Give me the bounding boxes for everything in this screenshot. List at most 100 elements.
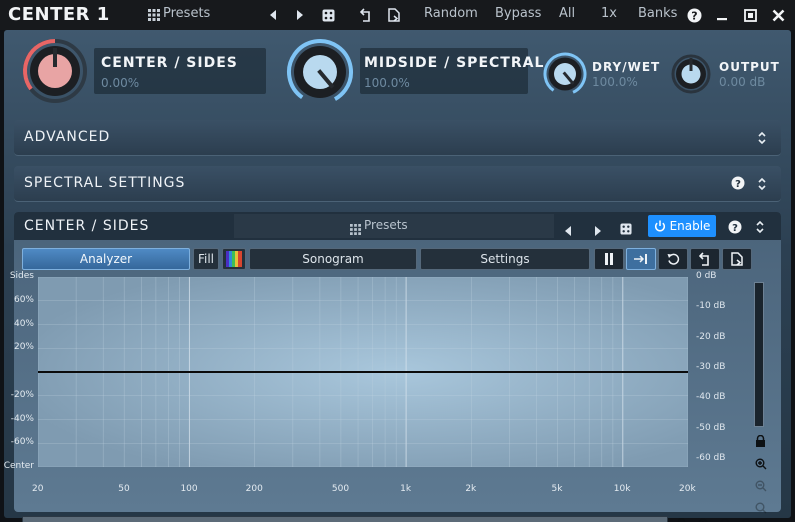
spectral-help-icon[interactable]: ? <box>731 175 745 194</box>
y-tick-label-left: -20% <box>10 389 34 400</box>
center-sides-value: 0.00% <box>101 76 140 90</box>
fill-button[interactable]: Fill <box>193 248 219 270</box>
pause-button[interactable] <box>594 248 624 270</box>
random-button[interactable]: Random <box>424 6 478 21</box>
maximize-icon[interactable] <box>742 7 758 23</box>
sonogram-button[interactable]: Sonogram <box>249 248 417 270</box>
settings-button[interactable]: Settings <box>420 248 590 270</box>
y-tick-label-right: -10 dB <box>696 301 726 312</box>
panel-title: CENTER / SIDES <box>24 218 150 234</box>
h-zoom-reset-icon[interactable] <box>741 515 753 522</box>
panel-redo-button[interactable] <box>722 248 752 270</box>
h-zoom-in-icon[interactable] <box>698 515 710 522</box>
spectral-settings-section[interactable]: SPECTRAL SETTINGS ? <box>14 166 781 202</box>
panel-presets-button[interactable]: Presets <box>364 218 408 232</box>
midside-spectral-value: 100.0% <box>364 76 410 90</box>
reset-icon <box>667 253 679 265</box>
midside-spectral-knob[interactable] <box>286 38 354 106</box>
x-tick-label: 200 <box>245 484 263 494</box>
reset-button[interactable] <box>658 248 688 270</box>
y-tick-label-right: -50 dB <box>696 422 726 433</box>
svg-text:?: ? <box>732 223 738 234</box>
fit-width-button[interactable] <box>626 248 656 270</box>
fit-width-icon <box>634 254 647 264</box>
banks-button[interactable]: Banks <box>638 6 677 21</box>
svg-text:?: ? <box>691 9 697 22</box>
analyzer-plot[interactable] <box>37 276 689 468</box>
spectral-settings-title: SPECTRAL SETTINGS <box>24 175 186 191</box>
all-button[interactable]: All <box>559 6 575 21</box>
x-tick-label: 10k <box>613 484 631 494</box>
zoom-reset-icon[interactable] <box>755 499 767 518</box>
dry-wet-value: 100.0% <box>592 75 638 89</box>
dry-wet-label: DRY/WET <box>592 60 661 74</box>
y-tick-label-right: -30 dB <box>696 362 726 372</box>
knob-row: CENTER / SIDES 0.00% MIDSIDE / SPECTRAL … <box>4 30 791 116</box>
x-tick-label: 500 <box>331 484 350 494</box>
main-panel: CENTER / SIDES 0.00% MIDSIDE / SPECTRAL … <box>4 30 791 522</box>
x-tick-label: 1k <box>400 484 412 494</box>
undo-icon[interactable] <box>358 7 374 23</box>
pause-icon <box>605 253 613 265</box>
panel-help-icon[interactable]: ? <box>728 219 742 238</box>
prev-preset-icon[interactable] <box>265 7 281 23</box>
advanced-section[interactable]: ADVANCED <box>14 120 781 156</box>
output-label: OUTPUT <box>719 60 780 74</box>
level-meter <box>754 282 764 427</box>
y-tick-label-left: Sides <box>9 271 34 281</box>
dry-wet-knob[interactable] <box>543 52 587 96</box>
bypass-button[interactable]: Bypass <box>495 6 541 21</box>
zoom-in-icon[interactable] <box>755 455 767 474</box>
midside-spectral-label: MIDSIDE / SPECTRAL <box>364 55 545 71</box>
panel-prev-icon[interactable] <box>565 221 572 240</box>
x-tick-label: 5k <box>551 484 563 494</box>
panel-randomize-dice-icon[interactable] <box>620 220 632 239</box>
y-tick-label-left: 60% <box>13 294 34 305</box>
top-bar: CENTER 1 Presets Random Bypass All 1x Ba… <box>0 0 795 30</box>
h-zoom-out-icon[interactable] <box>720 515 732 522</box>
randomize-dice-icon[interactable] <box>320 7 336 23</box>
next-preset-icon[interactable] <box>292 7 308 23</box>
output-value: 0.00 dB <box>719 75 766 89</box>
spectrum-palette-icon <box>226 251 242 267</box>
lock-icon[interactable] <box>755 432 766 451</box>
zoom-out-icon[interactable] <box>755 477 767 496</box>
panel-presets-grid-icon[interactable] <box>350 220 361 239</box>
expand-chevron-icon[interactable] <box>757 176 767 195</box>
y-tick-label-left: 20% <box>13 342 34 353</box>
x-tick-label: 100 <box>180 484 198 494</box>
color-palette-button[interactable] <box>222 248 246 270</box>
expand-chevron-icon[interactable] <box>757 130 767 149</box>
panel-undo-icon <box>698 252 709 266</box>
output-knob[interactable] <box>671 54 711 94</box>
panel-header: CENTER / SIDES Presets Enable ? <box>14 212 781 240</box>
y-tick-label-left: Center <box>3 461 34 471</box>
center-sides-knob[interactable] <box>22 38 88 104</box>
center-sides-panel: CENTER / SIDES Presets Enable ? Analyzer… <box>4 212 781 522</box>
svg-text:?: ? <box>735 179 741 190</box>
help-icon[interactable]: ? <box>686 7 702 23</box>
zoom-button[interactable]: 1x <box>601 6 617 21</box>
presets-grid-icon[interactable] <box>146 7 162 23</box>
analyzer-button[interactable]: Analyzer <box>22 248 190 270</box>
enable-button[interactable]: Enable <box>648 215 716 237</box>
panel-expand-chevron-icon[interactable] <box>755 219 765 238</box>
close-icon[interactable] <box>770 7 786 23</box>
y-tick-label-right: -40 dB <box>696 392 726 403</box>
horizontal-scrollbar[interactable] <box>22 516 668 522</box>
y-tick-label-left: -40% <box>10 413 34 424</box>
x-tick-label: 50 <box>118 484 130 494</box>
panel-redo-icon <box>730 252 743 266</box>
analyzer-plot-svg <box>37 276 689 468</box>
center-sides-label: CENTER / SIDES <box>101 55 238 71</box>
h-lock-icon[interactable] <box>676 515 687 522</box>
panel-next-icon[interactable] <box>594 221 601 240</box>
panel-undo-button[interactable] <box>690 248 720 270</box>
presets-button[interactable]: Presets <box>163 6 210 21</box>
app-title: CENTER 1 <box>8 4 110 25</box>
advanced-title: ADVANCED <box>24 129 111 145</box>
minimize-icon[interactable] <box>714 7 730 23</box>
redo-icon[interactable] <box>386 7 402 23</box>
y-tick-label-left: -60% <box>10 437 34 448</box>
y-tick-label-right: -20 dB <box>696 331 726 342</box>
